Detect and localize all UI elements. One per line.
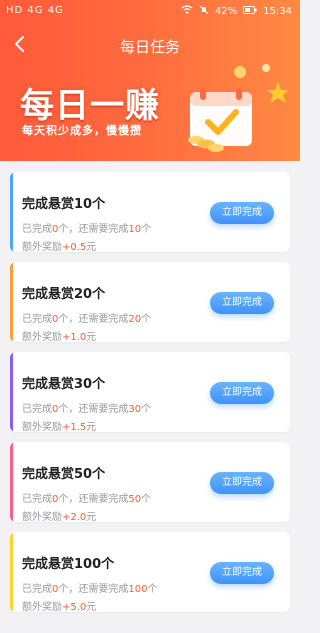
bonus-amount: +2.0 (62, 512, 87, 522)
hero-title: 每日一赚 (20, 86, 160, 126)
need-mid: 个，还需要完成 (58, 494, 129, 505)
task-progress-text: 已完成0个，还需要完成100个 (22, 580, 157, 595)
task-card: 完成悬赏30个 已完成0个，还需要完成30个 额外奖励+1.5元 立即完成 (10, 352, 290, 432)
task-bonus-text: 额外奖励+2.0元 (22, 508, 96, 522)
need-count: 50 (128, 494, 142, 505)
task-progress-text: 已完成0个，还需要完成30个 (22, 400, 151, 415)
bonus-prefix: 额外奖励 (22, 602, 62, 612)
card-accent-bar (10, 262, 13, 342)
battery-percent: 42% (214, 6, 238, 17)
complete-now-button[interactable]: 立即完成 (210, 562, 274, 584)
done-prefix: 已完成 (22, 584, 52, 595)
need-count: 100 (128, 584, 148, 595)
task-title: 完成悬赏20个 (22, 287, 106, 302)
need-suffix: 个 (141, 224, 152, 235)
bonus-suffix: 元 (86, 332, 97, 342)
task-list: 完成悬赏10个 已完成0个，还需要完成10个 额外奖励+0.5元 立即完成 完成… (0, 161, 300, 633)
task-card: 完成悬赏100个 已完成0个，还需要完成100个 额外奖励+5.0元 立即完成 (10, 532, 290, 612)
task-title: 完成悬赏100个 (22, 557, 115, 572)
done-prefix: 已完成 (22, 404, 52, 415)
task-bonus-text: 额外奖励+1.0元 (22, 328, 96, 342)
bonus-suffix: 元 (86, 242, 97, 252)
page-title: 每日任务 (119, 38, 180, 56)
bonus-amount: +1.0 (62, 332, 87, 342)
bell-off-icon (199, 5, 209, 18)
task-progress-text: 已完成0个，还需要完成10个 (22, 220, 151, 235)
bonus-prefix: 额外奖励 (22, 242, 62, 252)
done-prefix: 已完成 (22, 224, 52, 235)
calendar-check-icon (170, 62, 298, 158)
done-prefix: 已完成 (22, 494, 52, 505)
done-prefix: 已完成 (22, 314, 52, 325)
need-count: 10 (128, 224, 142, 235)
clock: 15:34 (263, 6, 292, 17)
bonus-prefix: 额外奖励 (22, 422, 62, 432)
bonus-suffix: 元 (86, 422, 97, 432)
need-mid: 个，还需要完成 (58, 314, 129, 325)
card-accent-bar (10, 172, 13, 252)
hero-subtitle: 每天积少成多，慢慢攒 (22, 124, 142, 137)
task-card: 完成悬赏20个 已完成0个，还需要完成20个 额外奖励+1.0元 立即完成 (10, 262, 290, 342)
task-card: 完成悬赏50个 已完成0个，还需要完成50个 额外奖励+2.0元 立即完成 (10, 442, 290, 522)
bonus-amount: +0.5 (62, 242, 87, 252)
need-count: 30 (128, 404, 142, 415)
bonus-prefix: 额外奖励 (22, 512, 62, 522)
task-bonus-text: 额外奖励+0.5元 (22, 238, 96, 252)
complete-now-button[interactable]: 立即完成 (210, 202, 274, 224)
need-suffix: 个 (141, 404, 152, 415)
wifi-icon (181, 5, 193, 18)
network-indicators: HD 4G 4G (6, 5, 64, 16)
card-accent-bar (10, 532, 13, 612)
need-mid: 个，还需要完成 (58, 584, 129, 595)
battery-icon (243, 6, 257, 17)
bonus-suffix: 元 (86, 602, 97, 612)
need-suffix: 个 (141, 314, 152, 325)
need-mid: 个，还需要完成 (58, 404, 129, 415)
task-card: 完成悬赏10个 已完成0个，还需要完成10个 额外奖励+0.5元 立即完成 (10, 172, 290, 252)
need-suffix: 个 (141, 494, 152, 505)
task-title: 完成悬赏30个 (22, 377, 106, 392)
status-left: HD 4G 4G (6, 5, 64, 16)
need-mid: 个，还需要完成 (58, 224, 129, 235)
status-bar: HD 4G 4G 42% 15:34 (0, 0, 300, 24)
need-count: 20 (128, 314, 142, 325)
task-bonus-text: 额外奖励+5.0元 (22, 598, 96, 612)
bonus-suffix: 元 (86, 512, 97, 522)
task-progress-text: 已完成0个，还需要完成50个 (22, 490, 151, 505)
task-title: 完成悬赏10个 (22, 197, 106, 212)
top-nav: 每日任务 (0, 30, 300, 60)
complete-now-button[interactable]: 立即完成 (210, 472, 274, 494)
card-accent-bar (10, 442, 13, 522)
complete-now-button[interactable]: 立即完成 (210, 292, 274, 314)
need-suffix: 个 (147, 584, 158, 595)
bonus-amount: +5.0 (62, 602, 87, 612)
hero-banner: HD 4G 4G 42% 15:34 每日任务 每日一赚 每天积少成多，慢慢攒 (0, 0, 300, 161)
task-title: 完成悬赏50个 (22, 467, 106, 482)
complete-now-button[interactable]: 立即完成 (210, 382, 274, 404)
bonus-prefix: 额外奖励 (22, 332, 62, 342)
bonus-amount: +1.5 (62, 422, 87, 432)
task-bonus-text: 额外奖励+1.5元 (22, 418, 96, 432)
status-right: 42% 15:34 (181, 5, 292, 18)
task-progress-text: 已完成0个，还需要完成20个 (22, 310, 151, 325)
card-accent-bar (10, 352, 13, 432)
